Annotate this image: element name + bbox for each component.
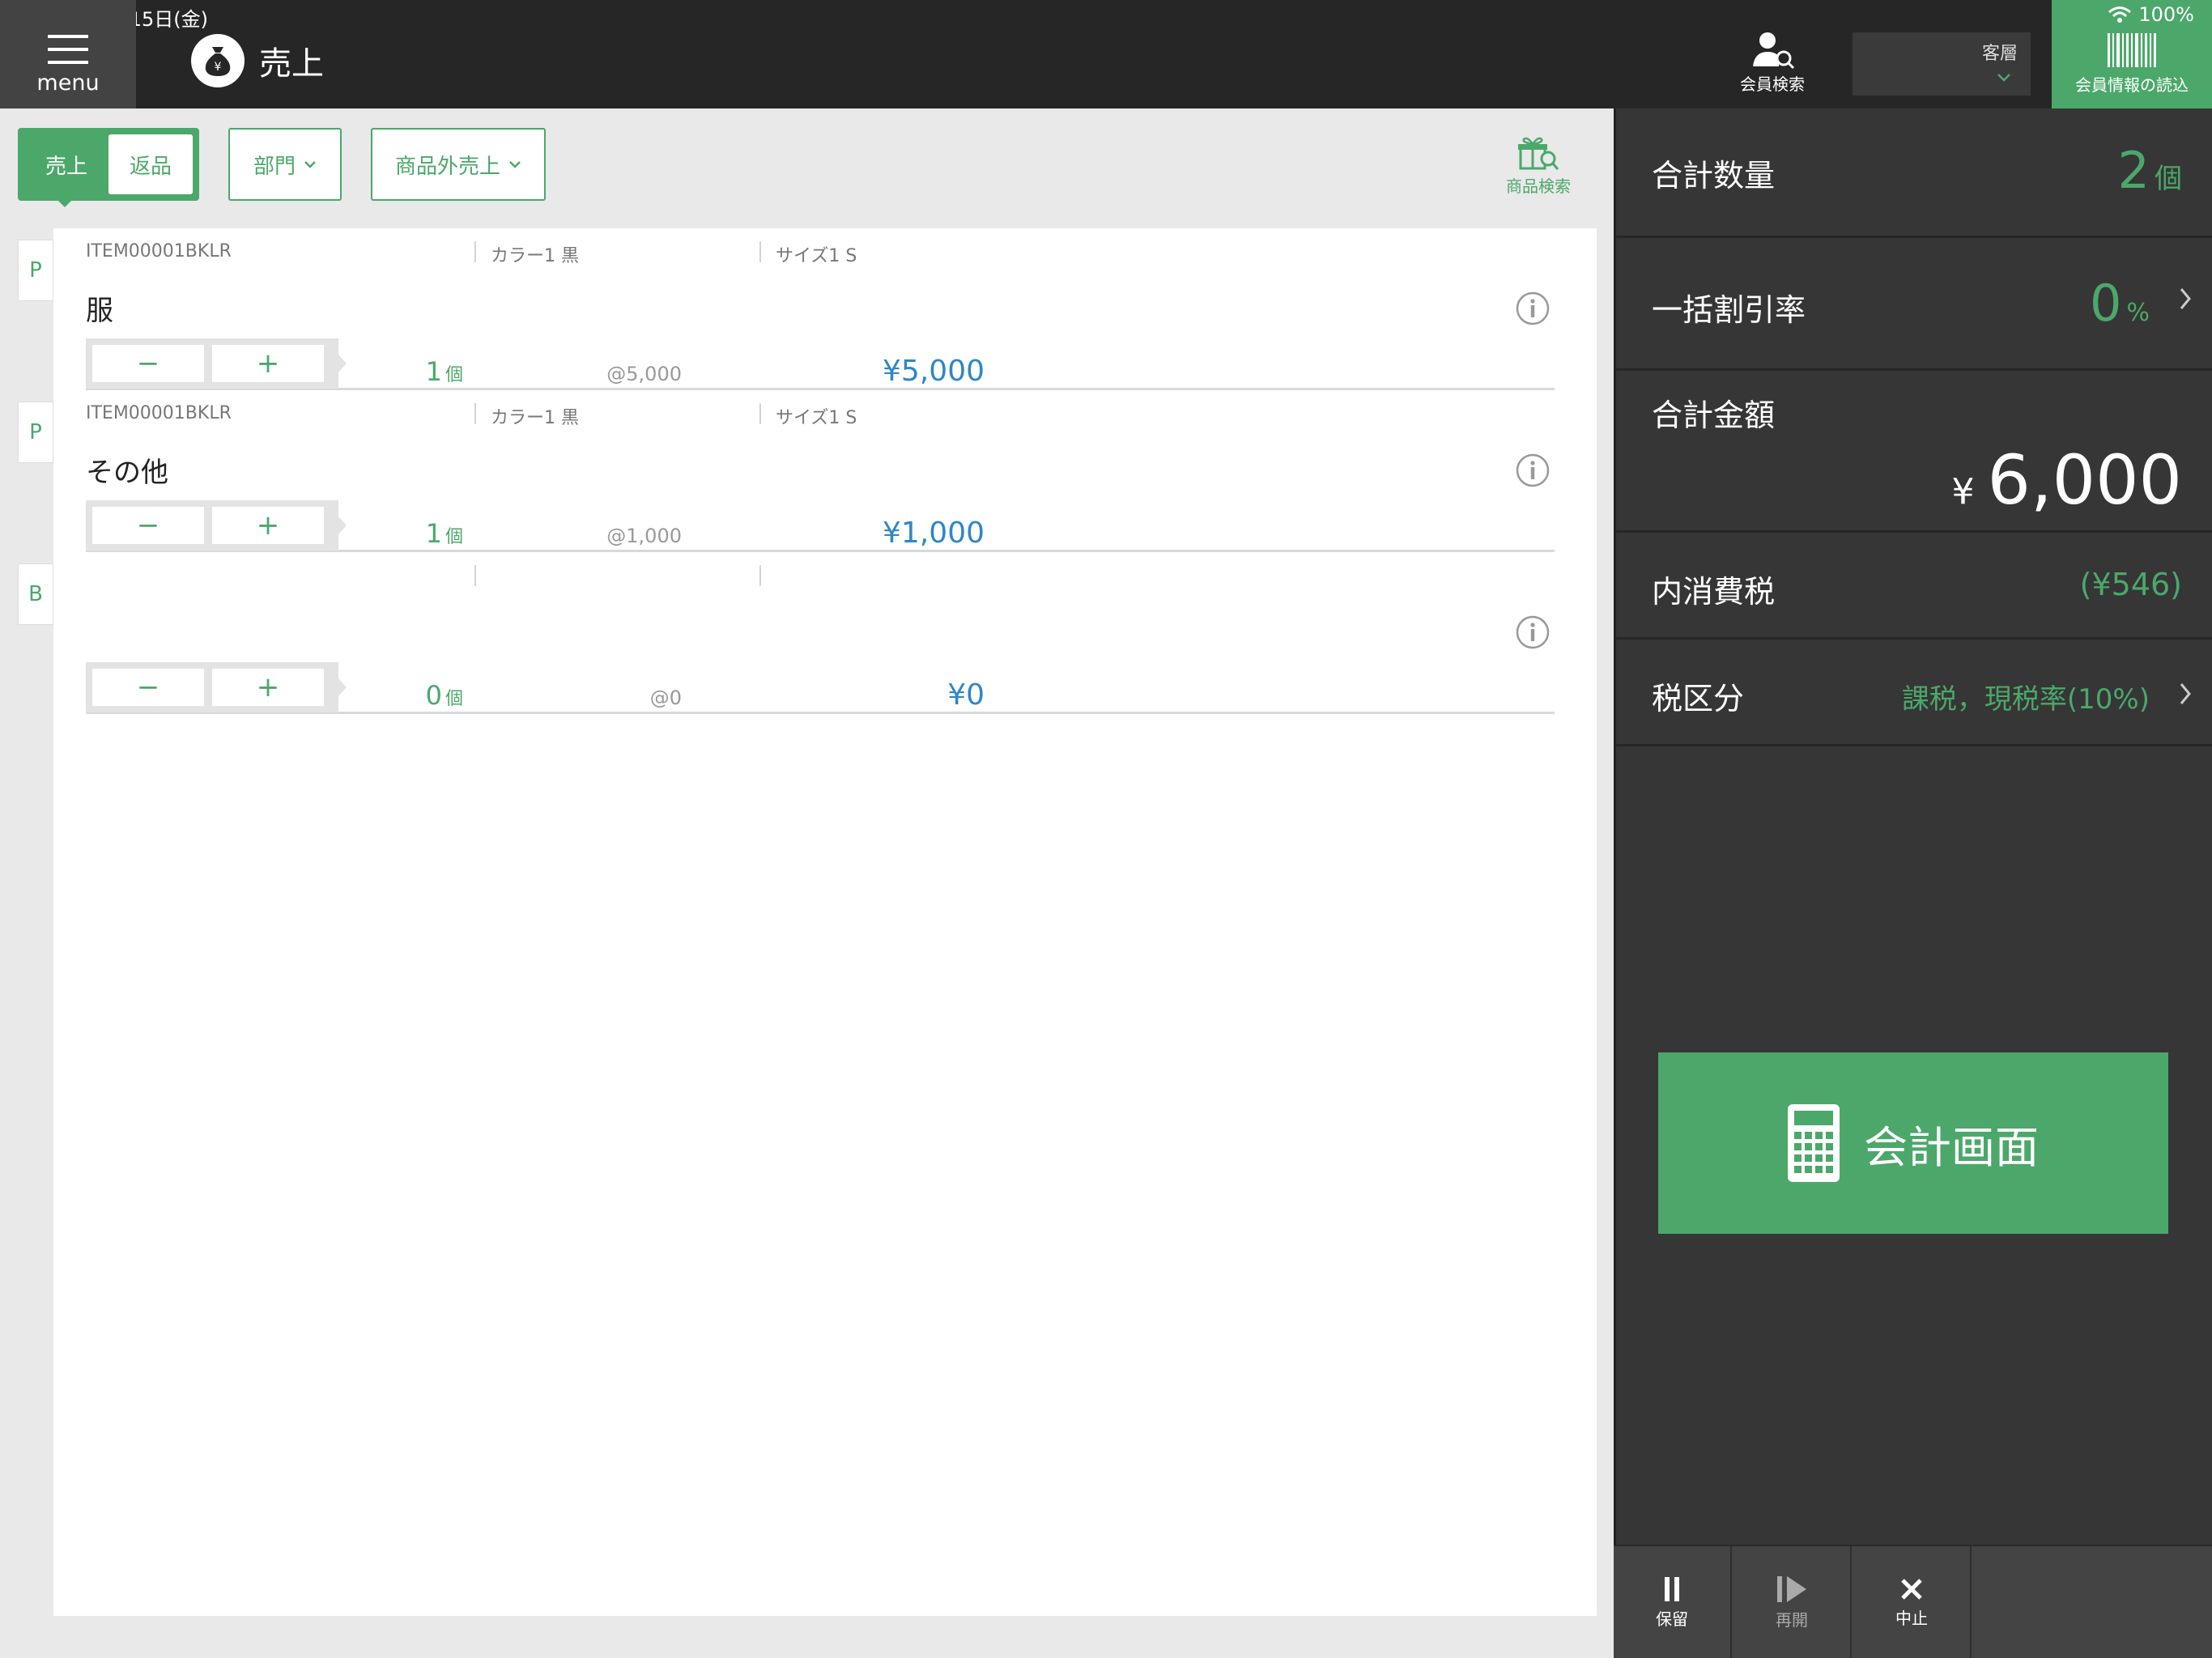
total-amount-row: 合計金額 ¥ 6,000 [1616,371,2212,533]
battery-percent: 100% [2138,3,2194,26]
item-size: サイズ1 S [759,403,857,428]
checkout-label: 会計画面 [1864,1121,2039,1173]
side-tag[interactable]: P [18,402,53,463]
item-color: カラー1 黒 [474,241,579,266]
tax-class-label: 税区分 [1652,681,1745,716]
cart-items-panel: ITEM00001BKLR カラー1 黒 サイズ1 S 服 − + 1個 @5,… [53,228,1597,1616]
member-search-label: 会員検索 [1740,74,1805,94]
cart-item-row: ITEM00001BKLR カラー1 黒 サイズ1 S その他 − + 1個 @… [86,390,1555,552]
pause-icon [1663,1576,1681,1601]
item-code: ITEM00001BKLR [86,241,232,261]
product-search-label: 商品検索 [1506,176,1571,196]
checkout-button[interactable]: 会計画面 [1658,1052,2168,1234]
page-title: 売上 [259,45,324,83]
currency-symbol: ¥ [1951,471,1975,512]
chevron-right-icon [2179,287,2192,311]
cart-item-row: ITEM00001BKLR カラー1 黒 サイズ1 S 服 − + 1個 @5,… [86,228,1555,390]
member-search-button[interactable]: 会員検索 [1725,31,1820,95]
decrement-button[interactable]: − [92,669,204,706]
tax-class-row[interactable]: 税区分 課税，現税率(10%) [1616,640,2212,746]
chevron-down-icon [1997,73,2011,83]
line-total: ¥0 [947,678,985,712]
user-search-icon [1750,31,1795,71]
side-tag[interactable]: P [18,240,53,301]
menu-button[interactable]: menu [0,0,136,108]
sale-mode-button[interactable]: 売上 [24,134,108,194]
tax-class-value: 課税，現税率(10%) [1901,683,2150,716]
unit-price: @0 [649,687,682,709]
wifi-icon [2108,6,2132,23]
svg-text:¥: ¥ [215,61,222,74]
item-name: 服 [86,295,113,327]
total-quantity-value: 2 個 [2118,141,2182,200]
line-total: ¥1,000 [883,517,985,550]
inner-tax-value: (¥546) [2079,567,2182,602]
sale-return-toggle: 売上 返品 [18,128,199,201]
close-icon [1900,1578,1923,1601]
mode-pointer [57,199,73,207]
bulk-discount-number: 0 [2090,274,2122,333]
non-item-sale-label: 商品外売上 [394,154,500,179]
total-amount-value: ¥ 6,000 [1952,440,2182,520]
hold-label: 保留 [1656,1609,1688,1629]
inner-tax-label: 内消費税 [1652,574,1776,610]
non-item-sale-dropdown[interactable]: 商品外売上 [371,128,546,201]
unit-price: @1,000 [606,525,682,547]
status-battery: 100% [2108,3,2194,26]
department-label: 部門 [253,154,296,179]
menu-label: menu [36,70,100,96]
product-search-button[interactable]: 商品検索 [1498,134,1579,197]
total-quantity-unit: 個 [2155,163,2182,195]
department-dropdown[interactable]: 部門 [228,128,342,201]
cart-item-row: − + 0個 @0 ¥0 [86,552,1555,714]
total-quantity-row: 合計数量 2 個 [1616,108,2212,238]
info-icon[interactable] [1516,615,1550,649]
hamburger-icon [48,35,88,64]
chevron-down-icon [304,160,317,168]
summary-panel: 合計数量 2 個 一括割引率 0 % 合計金額 ¥ 6,000 内消費税 (¥5… [1614,108,2212,1658]
customer-segment-label: 客層 [1981,44,2018,64]
line-total: ¥5,000 [883,355,985,388]
resume-icon [1776,1575,1808,1602]
bulk-discount-value: 0 % [2090,274,2150,333]
bottom-action-bar: 保留 再開 中止 [1614,1545,2212,1658]
info-icon[interactable] [1516,291,1550,325]
gift-search-icon [1517,134,1559,172]
bulk-discount-row[interactable]: 一括割引率 0 % [1616,238,2212,371]
calculator-icon [1788,1104,1840,1182]
cancel-button[interactable]: 中止 [1853,1546,1972,1658]
inner-tax-row: 内消費税 (¥546) [1616,533,2212,640]
side-tag[interactable]: B [18,563,53,625]
info-icon[interactable] [1516,453,1550,487]
item-color: カラー1 黒 [474,403,579,428]
cancel-label: 中止 [1895,1608,1928,1628]
total-quantity-label: 合計数量 [1652,158,1776,193]
total-amount-label: 合計金額 [1652,397,1776,433]
money-bag-icon: ¥ [191,34,245,87]
return-mode-button[interactable]: 返品 [108,134,193,194]
resume-label: 再開 [1776,1609,1808,1630]
customer-segment-select[interactable]: 客層 [1853,32,2031,96]
chevron-down-icon [508,160,521,168]
item-color [474,565,491,586]
item-size: サイズ1 S [759,241,857,266]
item-code: ITEM00001BKLR [86,403,232,423]
bulk-discount-unit: % [2126,299,2150,327]
total-quantity-number: 2 [2117,141,2150,200]
hold-button[interactable]: 保留 [1614,1546,1732,1658]
bulk-discount-label: 一括割引率 [1652,292,1806,328]
item-size [759,565,776,586]
total-amount-number: 6,000 [1987,440,2182,520]
resume-button[interactable]: 再開 [1733,1546,1852,1658]
chevron-right-icon [2179,682,2192,706]
item-name: その他 [86,457,168,489]
unit-price: @5,000 [606,363,682,385]
member-info-read-label: 会員情報の読込 [2075,75,2189,95]
decrement-button[interactable]: − [92,507,204,544]
app-title-group: ¥ 売上 [191,34,324,87]
decrement-button[interactable]: − [92,345,204,382]
barcode-icon [2108,33,2156,67]
